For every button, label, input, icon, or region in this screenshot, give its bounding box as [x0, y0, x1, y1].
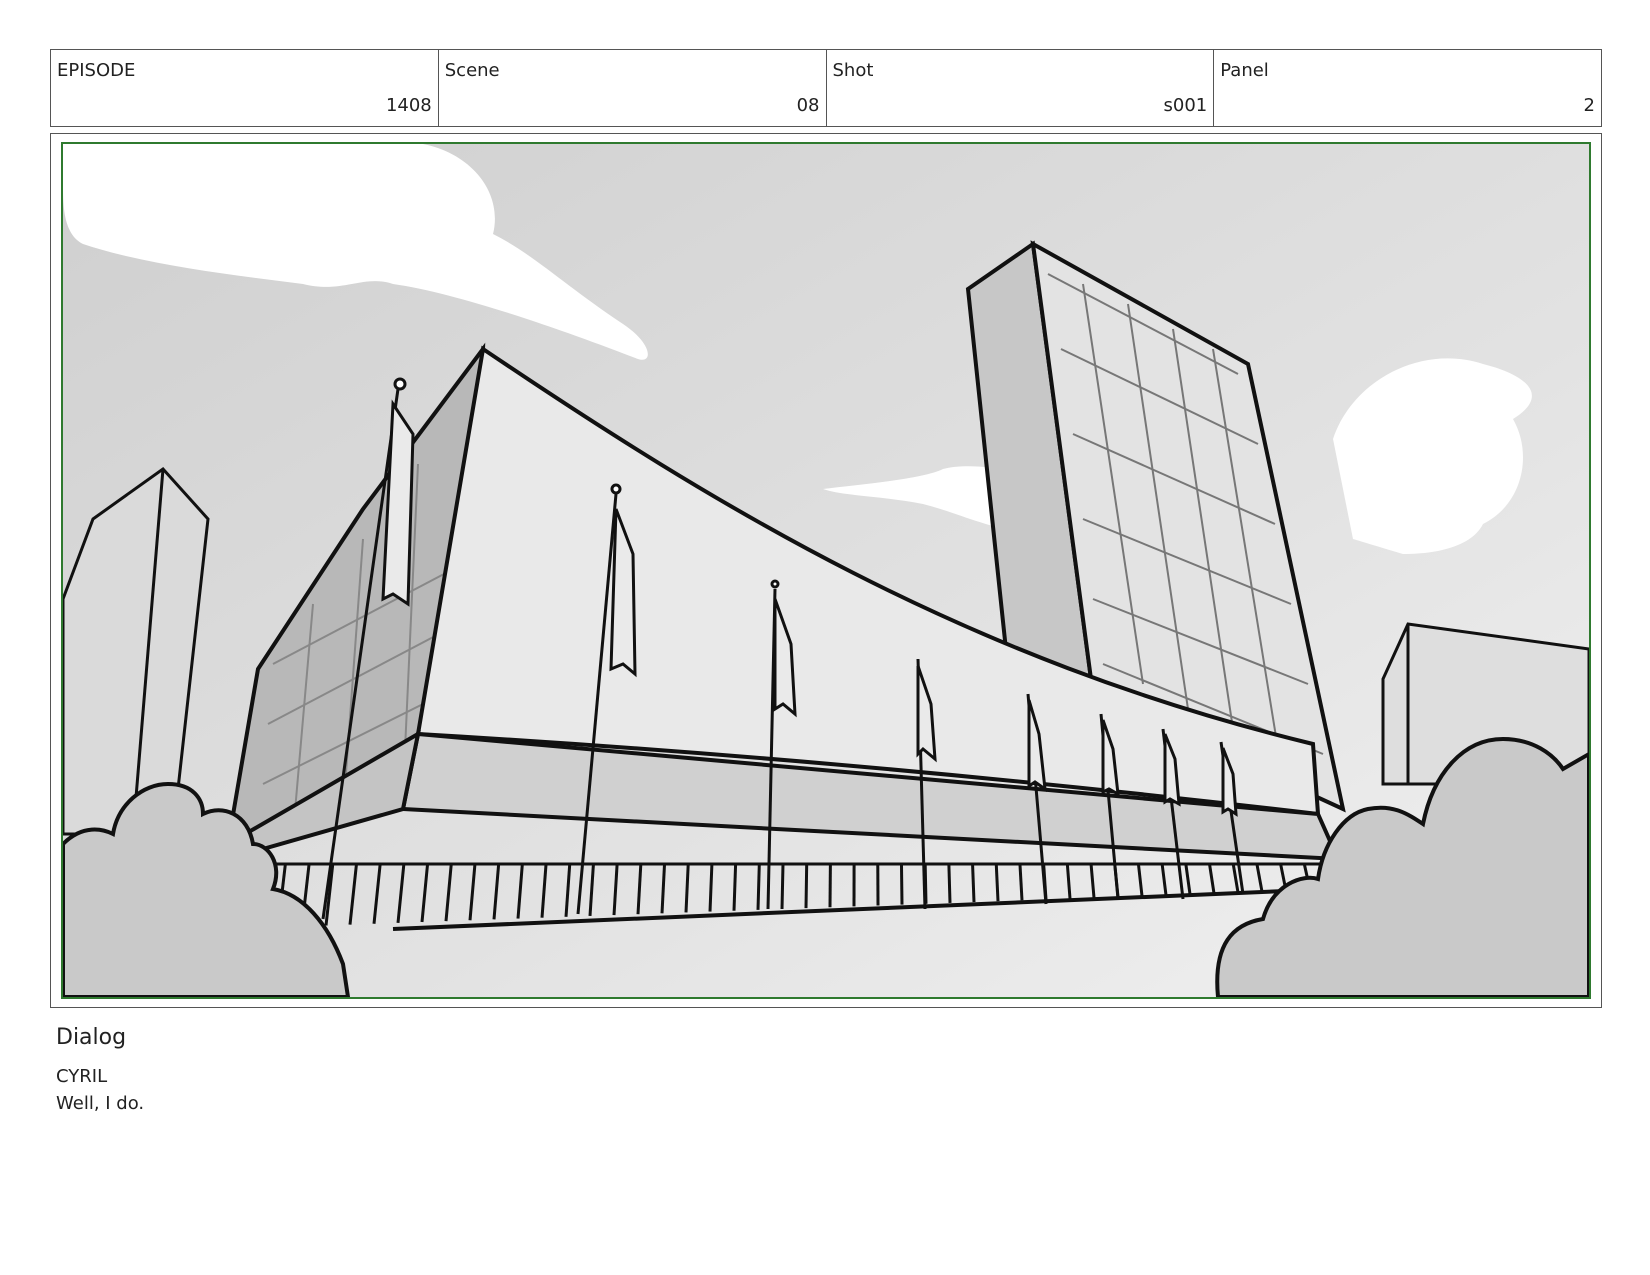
storyboard-drawing	[63, 144, 1589, 997]
facade-column	[804, 863, 809, 909]
panel-header: EPISODE 1408 Scene 08 Shot s001 Panel 2	[50, 49, 1602, 127]
facade-column	[899, 863, 904, 905]
shot-cell: Shot s001	[827, 50, 1215, 126]
facade-column	[994, 863, 1000, 902]
facade-column	[708, 863, 714, 912]
facade-column	[732, 863, 738, 911]
facade-column	[971, 863, 976, 903]
panel-cell: Panel 2	[1214, 50, 1601, 126]
dialog-heading: Dialog	[56, 1025, 127, 1050]
facade-column	[947, 863, 952, 903]
episode-label: EPISODE	[57, 60, 136, 81]
dialog-character-name: CYRIL	[56, 1066, 108, 1087]
scene-cell: Scene 08	[439, 50, 827, 126]
episode-cell: EPISODE 1408	[51, 50, 439, 126]
storyboard-panel-frame	[50, 133, 1602, 1008]
dialog-line: Well, I do.	[56, 1093, 145, 1114]
scene-label: Scene	[444, 60, 500, 81]
facade-column	[1018, 863, 1024, 901]
facade-column	[756, 863, 761, 910]
shot-label: Shot	[832, 60, 874, 81]
facade-column	[780, 863, 785, 910]
panel-label: Panel	[1220, 60, 1269, 81]
shot-value: s001	[1163, 95, 1208, 116]
episode-value: 1408	[385, 95, 432, 116]
storyboard-safe-area	[61, 142, 1591, 999]
panel-value: 2	[1583, 95, 1595, 116]
scene-value: 08	[796, 95, 820, 116]
